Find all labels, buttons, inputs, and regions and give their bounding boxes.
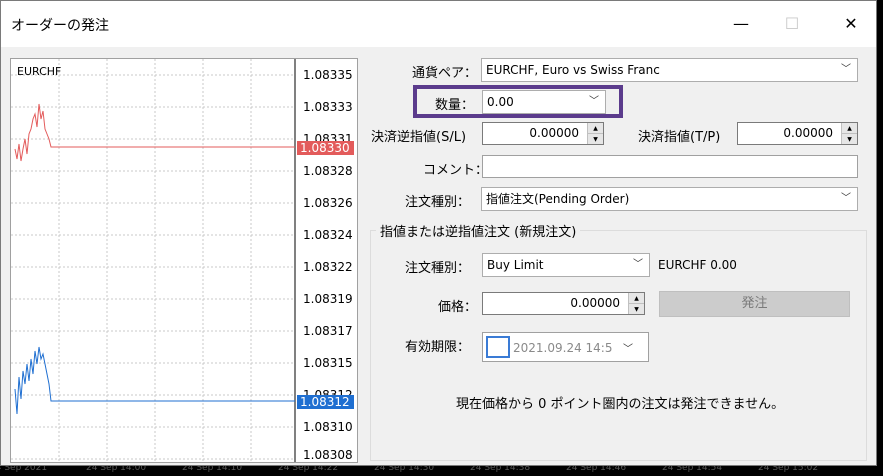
background-time-label: 24 Sep 2021	[0, 466, 48, 473]
sl-label: 決済逆指値(S/L)	[371, 130, 467, 145]
price-axis-label: 1.08324	[303, 228, 353, 242]
price-axis-label: 1.08326	[303, 196, 353, 210]
spin-up-icon[interactable]: ▲	[628, 293, 644, 303]
price-axis-label: 1.08308	[303, 448, 353, 462]
price-input[interactable]: 0.00000	[482, 292, 645, 315]
price-stepper[interactable]: ▲ ▼	[628, 293, 644, 314]
price-axis-label: 1.08333	[303, 100, 353, 114]
background-time-label: 24 Sep 14:00	[86, 466, 147, 473]
pending-type-select[interactable]: Buy Limit ﹀	[482, 253, 650, 277]
pending-symbol-info: EURCHF 0.00	[658, 258, 737, 272]
chart-symbol-label: EURCHF	[17, 65, 62, 78]
background-time-label: 24 Sep 14:22	[278, 466, 339, 473]
sl-stepper[interactable]: ▲ ▼	[587, 123, 603, 144]
close-icon: ✕	[844, 14, 858, 33]
tp-input[interactable]: 0.00000	[737, 122, 858, 145]
chevron-down-icon: ﹀	[841, 64, 851, 75]
spin-down-icon[interactable]: ▼	[841, 133, 857, 144]
pending-warning-message: 現在価格から 0 ポイント圏内の注文は発注できません。	[456, 397, 785, 412]
background-time-label: 24 Sep 14:30	[374, 466, 435, 473]
price-axis-label: 1.08315	[303, 356, 353, 370]
minimize-icon: —	[733, 14, 749, 33]
symbol-label: 通貨ペア：	[412, 66, 478, 81]
sl-input[interactable]: 0.00000	[482, 122, 604, 145]
maximize-icon: ☐	[784, 14, 800, 33]
background-time-label: 24 Sep 14:38	[470, 466, 531, 473]
title-bar[interactable]: オーダーの発注 — ☐ ✕	[1, 1, 876, 47]
expiry-checkbox[interactable]	[486, 336, 510, 358]
minimize-button[interactable]: —	[716, 1, 766, 47]
window-title: オーダーの発注	[11, 18, 109, 34]
order-type-label: 注文種別：	[405, 195, 471, 210]
background-time-label: 24 Sep 15:02	[758, 466, 819, 473]
price-axis-label: 1.08310	[303, 420, 353, 434]
background-time-axis: 24 Sep 2021 24 Sep 14:00 24 Sep 14:10 24 Se…	[0, 466, 883, 476]
tick-chart: EURCHF 1.08335 1.08333 1.08331 1.08328 1.083…	[10, 58, 358, 463]
maximize-button: ☐	[767, 1, 817, 47]
comment-input[interactable]	[482, 155, 858, 178]
chevron-down-icon: ﹀	[841, 193, 851, 204]
price-axis-label: 1.08317	[303, 324, 353, 338]
price-axis-label: 1.08335	[303, 68, 353, 82]
tp-label: 決済指値(T/P)	[638, 130, 721, 145]
spin-up-icon[interactable]: ▲	[587, 123, 603, 133]
order-type-select[interactable]: 指値注文(Pending Order) ﹀	[481, 187, 858, 211]
expiry-picker[interactable]: 2021.09.24 14:5 ﹀	[482, 332, 649, 362]
pending-type-value: Buy Limit	[487, 258, 544, 272]
chevron-down-icon: ﹀	[633, 259, 643, 270]
symbol-select[interactable]: EURCHF, Euro vs Swiss Franc ﹀	[481, 58, 858, 82]
price-axis-label: 1.08319	[303, 292, 353, 306]
background-time-label: 24 Sep 14:54	[662, 466, 723, 473]
pending-type-label: 注文種別：	[405, 261, 471, 276]
close-button[interactable]: ✕	[826, 1, 876, 47]
chart-grid	[11, 59, 295, 462]
background-time-label: 24 Sep 14:10	[182, 466, 243, 473]
pending-group-title: 指値または逆指値注文 (新規注文)	[376, 221, 581, 240]
price-label: 価格：	[438, 300, 478, 315]
bid-price-marker: 1.08312	[297, 395, 354, 409]
price-axis-label: 1.08328	[303, 164, 353, 178]
expiry-label: 有効期限：	[405, 340, 471, 355]
price-axis-label: 1.08322	[303, 260, 353, 274]
chevron-down-icon[interactable]: ﹀	[623, 340, 633, 355]
comment-label: コメント：	[423, 163, 489, 178]
tp-stepper[interactable]: ▲ ▼	[841, 123, 857, 144]
spin-up-icon[interactable]: ▲	[841, 123, 857, 133]
ask-price-marker: 1.08330	[297, 141, 354, 155]
expiry-value: 2021.09.24 14:5	[513, 341, 613, 355]
background-time-label: 24 Sep 14:46	[566, 466, 627, 473]
spin-down-icon[interactable]: ▼	[628, 303, 644, 314]
volume-highlight-box	[413, 85, 623, 118]
symbol-select-value: EURCHF, Euro vs Swiss Franc	[486, 63, 660, 77]
order-type-value: 指値注文(Pending Order)	[486, 192, 630, 206]
spin-down-icon[interactable]: ▼	[587, 133, 603, 144]
place-order-button[interactable]: 発注	[659, 291, 850, 317]
